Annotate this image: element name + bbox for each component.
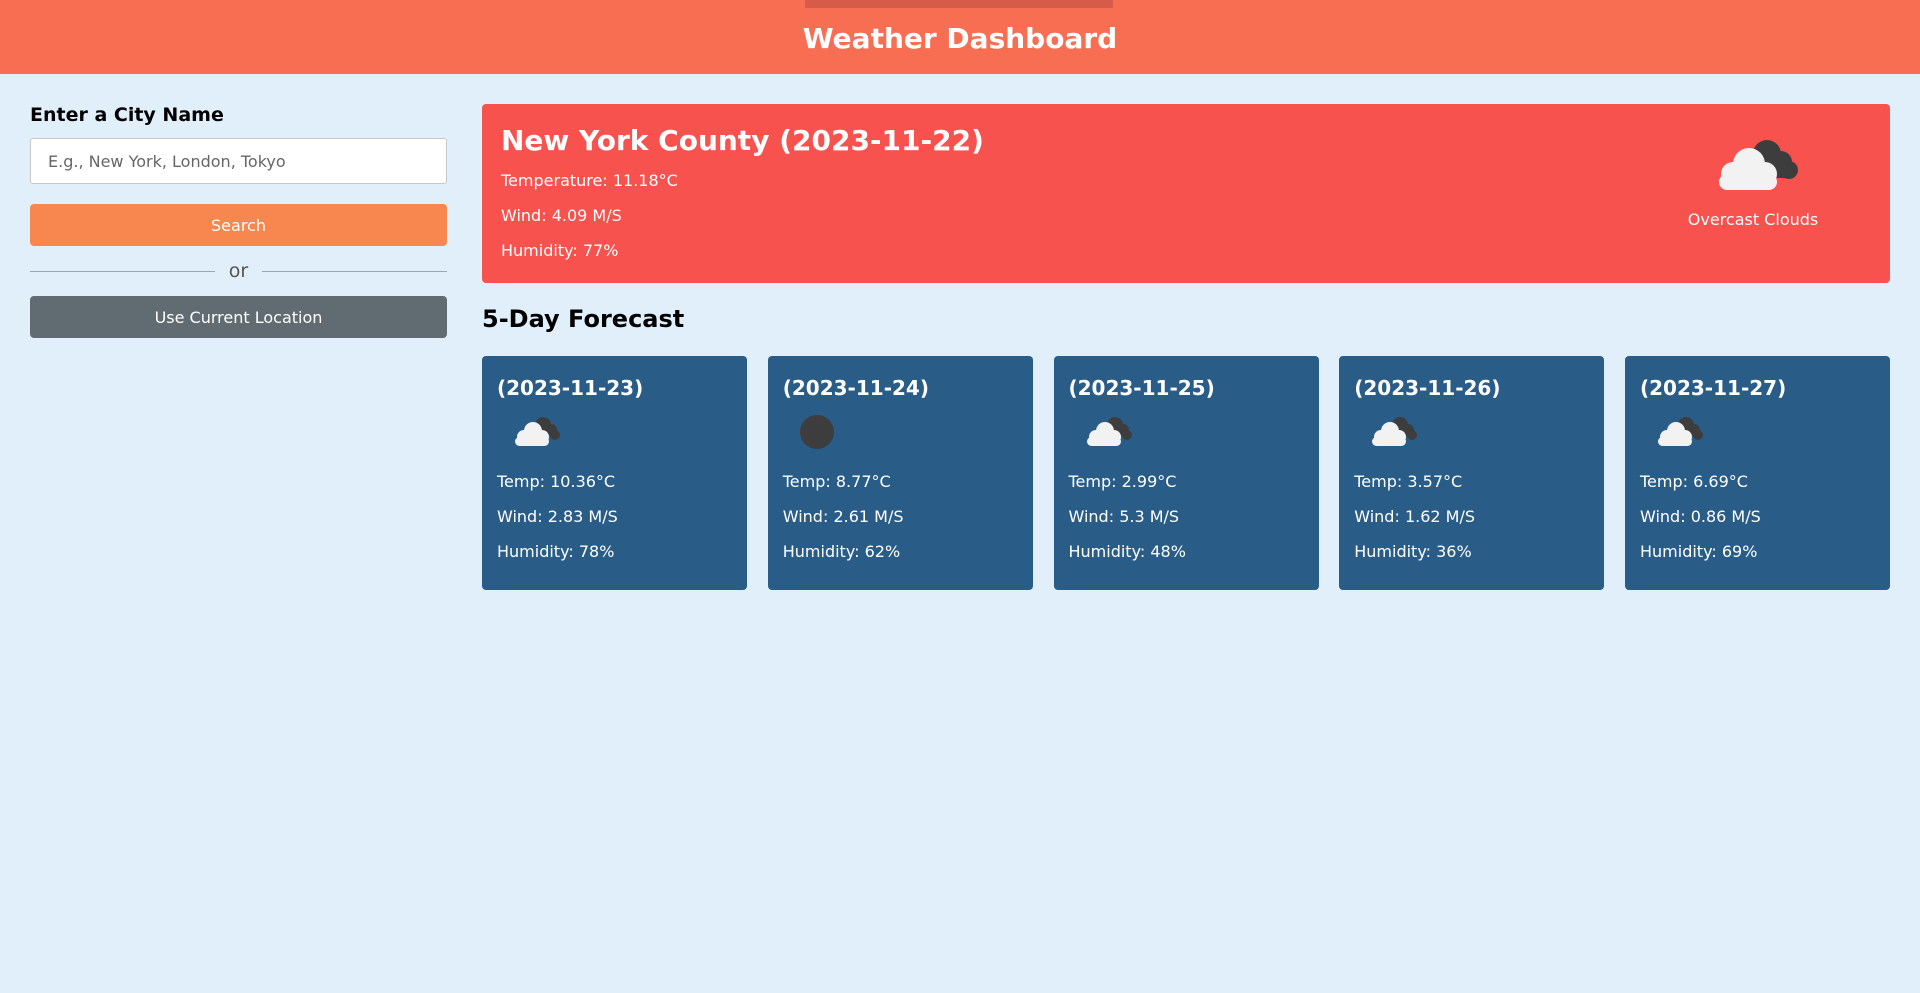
forecast-wind: Wind: 2.61 M/S [782, 507, 904, 526]
current-city-title: New York County (2023-11-22) [501, 124, 984, 157]
current-weather-card: New York County (2023-11-22) Temperature… [482, 104, 1890, 283]
forecast-humidity: Humidity: 62% [782, 542, 901, 561]
forecast-card: (2023-11-25) Temp: 2.99°C Wind: 5.3 M/S … [1053, 356, 1319, 590]
current-weather-details: New York County (2023-11-22) Temperature… [501, 124, 984, 276]
clouds-icon [1086, 417, 1132, 446]
forecast-card: (2023-11-24) Temp: 8.77°C Wind: 2.61 M/S… [767, 356, 1033, 590]
or-divider: or [30, 246, 447, 296]
forecast-humidity: Humidity: 78% [497, 542, 615, 561]
forecast-date: (2023-11-26) [1354, 376, 1501, 400]
current-humidity: Humidity: 77% [501, 241, 619, 260]
forecast-cards: (2023-11-23) Temp: 10.36°C Wind: 2.83 M/… [482, 356, 1890, 590]
use-current-location-button[interactable]: Use Current Location [30, 296, 447, 338]
forecast-card: (2023-11-23) Temp: 10.36°C Wind: 2.83 M/… [482, 356, 747, 590]
header-tab-decoration [805, 0, 1113, 8]
clouds-icon [515, 417, 560, 446]
divider-line-right [262, 270, 447, 272]
forecast-wind: Wind: 5.3 M/S [1068, 507, 1180, 526]
divider-line-left [30, 270, 215, 272]
forecast-card: (2023-11-27) Temp: 6.69°C Wind: 0.86 M/S… [1625, 356, 1890, 590]
app-header: Weather Dashboard [0, 0, 1920, 74]
weather-description: Overcast Clouds [1687, 210, 1819, 229]
current-temperature: Temperature: 11.18°C [501, 171, 678, 190]
overcast-clouds-icon [1719, 140, 1798, 190]
forecast-temp: Temp: 2.99°C [1068, 472, 1177, 491]
current-wind: Wind: 4.09 M/S [501, 206, 622, 225]
forecast-temp: Temp: 10.36°C [497, 472, 616, 491]
city-search-input[interactable] [30, 138, 447, 184]
forecast-humidity: Humidity: 48% [1068, 542, 1186, 561]
forecast-date: (2023-11-24) [782, 376, 929, 400]
forecast-date: (2023-11-25) [1068, 376, 1215, 400]
forecast-wind: Wind: 1.62 M/S [1354, 507, 1475, 526]
forecast-date: (2023-11-27) [1640, 376, 1787, 400]
search-button[interactable]: Search [30, 204, 447, 246]
clouds-icon [1658, 417, 1703, 446]
forecast-temp: Temp: 6.69°C [1640, 472, 1748, 491]
current-weather-icon-block: Overcast Clouds [1683, 134, 1823, 229]
forecast-temp: Temp: 8.77°C [782, 472, 891, 491]
forecast-humidity: Humidity: 69% [1640, 542, 1758, 561]
search-sidebar: Enter a City Name Search or Use Current … [30, 104, 447, 338]
forecast-title: 5-Day Forecast [482, 305, 685, 333]
search-heading: Enter a City Name [30, 104, 224, 126]
dark-circle-icon [799, 415, 834, 449]
forecast-humidity: Humidity: 36% [1354, 542, 1472, 561]
divider-text: or [228, 260, 249, 282]
forecast-wind: Wind: 2.83 M/S [497, 507, 618, 526]
page-title: Weather Dashboard [802, 21, 1118, 55]
forecast-date: (2023-11-23) [497, 376, 644, 400]
forecast-card: (2023-11-26) Temp: 3.57°C Wind: 1.62 M/S… [1339, 356, 1605, 590]
forecast-temp: Temp: 3.57°C [1354, 472, 1463, 491]
forecast-wind: Wind: 0.86 M/S [1640, 507, 1761, 526]
clouds-icon [1372, 417, 1418, 446]
